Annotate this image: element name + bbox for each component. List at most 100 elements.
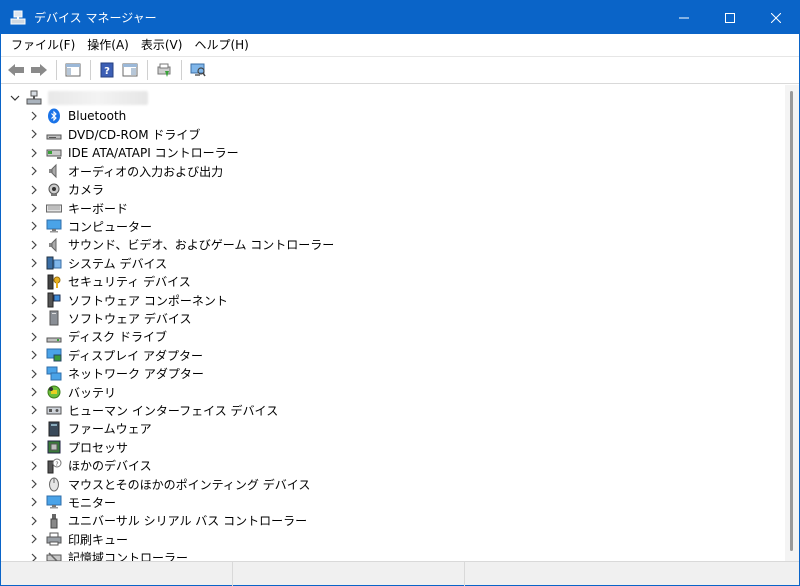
unknown-device-icon: ? bbox=[46, 458, 62, 474]
svg-text:?: ? bbox=[104, 66, 110, 77]
tree-category-row[interactable]: バッテリ bbox=[1, 383, 785, 401]
help-button[interactable]: ? bbox=[96, 59, 118, 81]
toolbar-separator bbox=[90, 60, 91, 80]
close-button[interactable] bbox=[753, 1, 799, 34]
tree-category-row[interactable]: サウンド、ビデオ、およびゲーム コントローラー bbox=[1, 236, 785, 254]
action-pane-button[interactable] bbox=[119, 59, 141, 81]
chevron-right-icon[interactable] bbox=[29, 516, 39, 526]
display-adapter-icon bbox=[46, 347, 62, 363]
tree-category-row[interactable]: ユニバーサル シリアル バス コントローラー bbox=[1, 512, 785, 530]
chevron-right-icon[interactable] bbox=[29, 497, 39, 507]
tree-category-label: オーディオの入力および出力 bbox=[68, 164, 224, 179]
chevron-right-icon[interactable] bbox=[29, 553, 39, 561]
tree-category-row[interactable]: ? ほかのデバイス bbox=[1, 457, 785, 475]
tree-category-row[interactable]: オーディオの入力および出力 bbox=[1, 162, 785, 180]
tree-category-row[interactable]: ソフトウェア コンポーネント bbox=[1, 291, 785, 309]
tree-category-row[interactable]: コンピューター bbox=[1, 217, 785, 235]
maximize-button[interactable] bbox=[707, 1, 753, 34]
chevron-right-icon[interactable] bbox=[29, 405, 39, 415]
tree-category-label: DVD/CD-ROM ドライブ bbox=[68, 127, 201, 142]
chevron-right-icon[interactable] bbox=[29, 148, 39, 158]
chevron-right-icon[interactable] bbox=[29, 479, 39, 489]
chevron-right-icon[interactable] bbox=[29, 185, 39, 195]
tree-category-label: セキュリティ デバイス bbox=[68, 275, 191, 290]
tree-category-row[interactable]: ネットワーク アダプター bbox=[1, 365, 785, 383]
tree-category-row[interactable]: IDE ATA/ATAPI コントローラー bbox=[1, 144, 785, 162]
minimize-button[interactable] bbox=[661, 1, 707, 34]
tree-category-row[interactable]: ファームウェア bbox=[1, 420, 785, 438]
tree-category-row[interactable]: ヒューマン インターフェイス デバイス bbox=[1, 401, 785, 419]
chevron-right-icon[interactable] bbox=[29, 461, 39, 471]
device-manager-app-icon bbox=[10, 10, 26, 26]
back-button[interactable] bbox=[5, 59, 27, 81]
forward-button[interactable] bbox=[28, 59, 50, 81]
keyboard-icon bbox=[46, 200, 62, 216]
tree-category-label: マウスとそのほかのポインティング デバイス bbox=[68, 477, 311, 492]
tree-category-label: ディスク ドライブ bbox=[68, 330, 167, 345]
chevron-right-icon[interactable] bbox=[29, 424, 39, 434]
ide-controller-icon bbox=[46, 145, 62, 161]
device-tree[interactable]: Bluetooth DVD/CD-ROM ドライブ IDE ATA/ATAPI コン… bbox=[1, 85, 785, 561]
speaker-icon bbox=[46, 237, 62, 253]
chevron-right-icon[interactable] bbox=[29, 166, 39, 176]
tree-category-label: ソフトウェア デバイス bbox=[68, 311, 192, 326]
tree-category-row[interactable]: ディスプレイ アダプター bbox=[1, 346, 785, 364]
title-bar[interactable]: デバイス マネージャー bbox=[1, 1, 799, 34]
chevron-right-icon[interactable] bbox=[29, 442, 39, 452]
bluetooth-icon bbox=[46, 108, 62, 124]
tree-category-row[interactable]: プロセッサ bbox=[1, 438, 785, 456]
chevron-right-icon[interactable] bbox=[29, 277, 39, 287]
chevron-right-icon[interactable] bbox=[29, 258, 39, 268]
chevron-right-icon[interactable] bbox=[29, 534, 39, 544]
tree-category-row[interactable]: キーボード bbox=[1, 199, 785, 217]
tree-category-row[interactable]: DVD/CD-ROM ドライブ bbox=[1, 125, 785, 143]
tree-category-row[interactable]: 記憶域コントローラー bbox=[1, 549, 785, 561]
menu-view[interactable]: 表示(V) bbox=[135, 35, 189, 55]
tree-category-row[interactable]: ソフトウェア デバイス bbox=[1, 309, 785, 327]
tree-category-row[interactable]: カメラ bbox=[1, 181, 785, 199]
chevron-right-icon[interactable] bbox=[29, 129, 39, 139]
chevron-right-icon[interactable] bbox=[29, 313, 39, 323]
menu-file[interactable]: ファイル(F) bbox=[5, 35, 81, 55]
chevron-right-icon[interactable] bbox=[29, 221, 39, 231]
tree-root[interactable] bbox=[1, 89, 785, 107]
vertical-scrollbar[interactable] bbox=[785, 85, 799, 561]
chevron-right-icon[interactable] bbox=[29, 332, 39, 342]
chevron-right-icon[interactable] bbox=[29, 387, 39, 397]
chevron-right-icon[interactable] bbox=[29, 295, 39, 305]
tree-category-row[interactable]: Bluetooth bbox=[1, 107, 785, 125]
scan-hardware-button[interactable] bbox=[187, 59, 209, 81]
printer-update-icon bbox=[157, 63, 171, 77]
tree-category-row[interactable]: モニター bbox=[1, 493, 785, 511]
help-icon: ? bbox=[100, 62, 114, 78]
mouse-icon bbox=[46, 476, 62, 492]
tree-category-label: 印刷キュー bbox=[68, 532, 129, 547]
tree-category-row[interactable]: セキュリティ デバイス bbox=[1, 273, 785, 291]
tree-category-label: バッテリ bbox=[68, 385, 117, 400]
menu-action[interactable]: 操作(A) bbox=[81, 35, 135, 55]
chevron-right-icon[interactable] bbox=[29, 203, 39, 213]
chevron-down-icon[interactable] bbox=[10, 93, 20, 103]
close-icon bbox=[771, 12, 781, 23]
software-component-icon bbox=[46, 292, 62, 308]
firmware-icon bbox=[46, 421, 62, 437]
chevron-right-icon[interactable] bbox=[29, 240, 39, 250]
tree-category-row[interactable]: システム デバイス bbox=[1, 254, 785, 272]
hid-icon bbox=[46, 402, 62, 418]
chevron-right-icon[interactable] bbox=[29, 369, 39, 379]
tree-category-row[interactable]: ディスク ドライブ bbox=[1, 328, 785, 346]
show-hide-console-tree-button[interactable] bbox=[62, 59, 84, 81]
chevron-right-icon[interactable] bbox=[29, 350, 39, 360]
scrollbar-thumb[interactable] bbox=[790, 91, 793, 551]
computer-name-redacted bbox=[48, 91, 148, 105]
update-driver-button[interactable] bbox=[153, 59, 175, 81]
svg-text:?: ? bbox=[55, 461, 58, 468]
status-segment bbox=[233, 562, 465, 586]
back-icon bbox=[8, 64, 24, 76]
menu-help[interactable]: ヘルプ(H) bbox=[188, 35, 254, 55]
tree-category-row[interactable]: 印刷キュー bbox=[1, 530, 785, 548]
disk-drive-icon bbox=[46, 329, 62, 345]
chevron-right-icon[interactable] bbox=[29, 111, 39, 121]
action-pane-icon bbox=[122, 63, 138, 77]
tree-category-row[interactable]: マウスとそのほかのポインティング デバイス bbox=[1, 475, 785, 493]
